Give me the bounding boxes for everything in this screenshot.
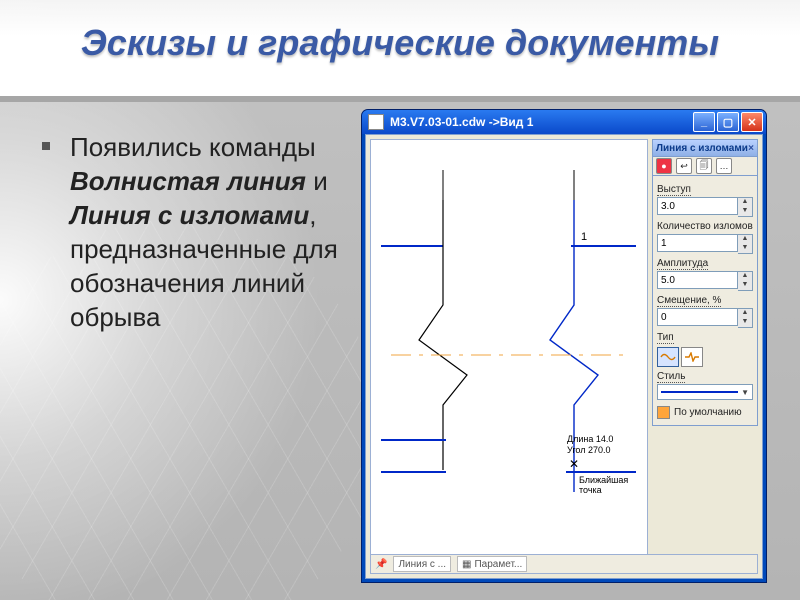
palette-titlebar[interactable]: Линия с изломами × bbox=[652, 139, 758, 157]
stepper-icon[interactable]: ▲▼ bbox=[738, 308, 753, 328]
document-icon bbox=[368, 114, 384, 130]
label-vystup: Выступ bbox=[657, 184, 753, 195]
svg-text:1: 1 bbox=[581, 231, 587, 243]
stepper-icon[interactable]: ▲▼ bbox=[738, 271, 753, 291]
slide: Эскизы и графические документы Появились… bbox=[0, 0, 800, 600]
bullet-text: Появились команды Волнистая линия и Лини… bbox=[70, 130, 340, 334]
snap-hint: Ближайшая точка bbox=[579, 475, 647, 495]
input-vystup[interactable] bbox=[657, 197, 738, 215]
drawing-canvas[interactable]: 1 ✕ Длина 14.0 Угол 270.0 bbox=[370, 139, 648, 573]
stop-icon[interactable]: ● bbox=[656, 158, 672, 174]
divider-strip bbox=[0, 96, 800, 102]
stepper-icon[interactable]: ▲▼ bbox=[738, 234, 753, 254]
window-title: M3.V7.03-01.cdw ->Вид 1 bbox=[390, 115, 533, 129]
maximize-button[interactable]: ▢ bbox=[717, 112, 739, 132]
palette-toolbar: ● ↩ 🗐 … bbox=[652, 157, 758, 176]
command-name-2: Линия с изломами bbox=[70, 200, 309, 230]
field-off: Смещение, % ▲▼ bbox=[657, 295, 753, 328]
input-amp[interactable] bbox=[657, 271, 738, 289]
palette-body: Выступ ▲▼ Количество изломов ▲▼ Амплитуд… bbox=[652, 176, 758, 426]
status-bar: 📌 Линия с ... ▦ Парамет... bbox=[370, 554, 758, 574]
label-amp: Амплитуда bbox=[657, 258, 753, 269]
text-part: Появились команды bbox=[70, 132, 316, 162]
properties-palette: Линия с изломами × ● ↩ 🗐 … Выступ ▲▼ Кол… bbox=[652, 139, 758, 426]
window-titlebar[interactable]: M3.V7.03-01.cdw ->Вид 1 _ ▢ ✕ bbox=[362, 110, 766, 134]
type-option-wave-icon[interactable] bbox=[657, 347, 679, 367]
checkbox-icon bbox=[657, 406, 670, 419]
svg-text:✕: ✕ bbox=[569, 457, 579, 471]
cad-window: M3.V7.03-01.cdw ->Вид 1 _ ▢ ✕ 1 bbox=[362, 110, 766, 582]
gear-icon: ▦ bbox=[462, 559, 471, 570]
input-off[interactable] bbox=[657, 308, 738, 326]
status-tab[interactable]: ▦ Парамет... bbox=[457, 556, 527, 572]
label-style: Стиль bbox=[657, 371, 753, 382]
tool-icon[interactable]: ↩ bbox=[676, 158, 692, 174]
palette-close-icon[interactable]: × bbox=[748, 143, 754, 154]
stepper-icon[interactable]: ▲▼ bbox=[738, 197, 753, 217]
type-option-zig-icon[interactable] bbox=[681, 347, 703, 367]
default-label: По умолчанию bbox=[674, 407, 742, 418]
type-toggle[interactable] bbox=[657, 347, 703, 367]
chevron-down-icon: ▼ bbox=[741, 388, 749, 397]
field-style: Стиль ▼ bbox=[657, 371, 753, 400]
client-area: 1 ✕ Длина 14.0 Угол 270.0 bbox=[365, 134, 763, 579]
tool-icon[interactable]: 🗐 bbox=[696, 158, 712, 174]
pin-icon[interactable]: 📌 bbox=[375, 559, 387, 570]
label-type: Тип bbox=[657, 332, 753, 343]
label-kol: Количество изломов bbox=[657, 221, 753, 232]
status-tab[interactable]: Линия с ... bbox=[393, 556, 451, 572]
label-off: Смещение, % bbox=[657, 295, 753, 306]
command-name-1: Волнистая линия bbox=[70, 166, 306, 196]
field-amp: Амплитуда ▲▼ bbox=[657, 258, 753, 291]
bullet-marker bbox=[42, 142, 50, 150]
default-checkbox[interactable]: По умолчанию bbox=[657, 406, 753, 419]
field-kol: Количество изломов ▲▼ bbox=[657, 221, 753, 254]
style-line-sample bbox=[661, 391, 738, 393]
palette-title: Линия с изломами bbox=[656, 143, 748, 154]
input-kol[interactable] bbox=[657, 234, 738, 252]
tool-icon[interactable]: … bbox=[716, 158, 732, 174]
style-dropdown[interactable]: ▼ bbox=[657, 384, 753, 400]
close-button[interactable]: ✕ bbox=[741, 112, 763, 132]
drawing-svg: 1 ✕ bbox=[371, 140, 647, 572]
slide-title: Эскизы и графические документы bbox=[0, 22, 800, 64]
field-vystup: Выступ ▲▼ bbox=[657, 184, 753, 217]
field-type: Тип bbox=[657, 332, 753, 367]
minimize-button[interactable]: _ bbox=[693, 112, 715, 132]
text-part: и bbox=[313, 166, 328, 196]
